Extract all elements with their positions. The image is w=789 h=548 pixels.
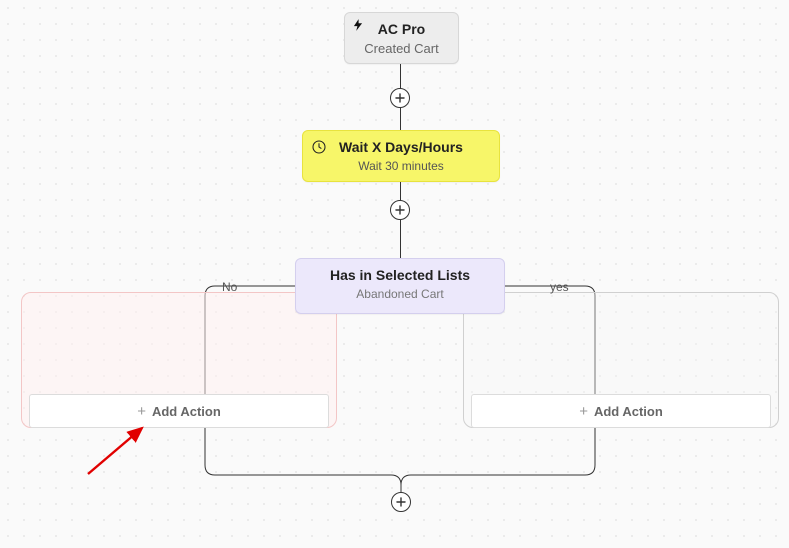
annotation-arrow-icon bbox=[84, 420, 164, 480]
add-step-button[interactable] bbox=[391, 492, 411, 512]
plus-icon: + bbox=[137, 403, 146, 420]
add-action-button-no[interactable]: + Add Action bbox=[29, 394, 329, 428]
connector bbox=[400, 220, 401, 258]
branch-label-yes: yes bbox=[550, 280, 569, 294]
trigger-title: AC Pro bbox=[355, 21, 448, 39]
add-action-button-yes[interactable]: + Add Action bbox=[471, 394, 771, 428]
connector bbox=[400, 108, 401, 130]
workflow-canvas[interactable]: AC Pro Created Cart Wait X Days/Hours Wa… bbox=[0, 0, 789, 548]
add-step-button[interactable] bbox=[390, 88, 410, 108]
lightning-icon bbox=[351, 17, 365, 39]
condition-title: Has in Selected Lists bbox=[306, 267, 494, 285]
wait-node[interactable]: Wait X Days/Hours Wait 30 minutes bbox=[302, 130, 500, 182]
add-step-button[interactable] bbox=[390, 200, 410, 220]
wait-subtitle: Wait 30 minutes bbox=[313, 159, 489, 174]
add-action-label: Add Action bbox=[594, 404, 663, 419]
add-action-label: Add Action bbox=[152, 404, 221, 419]
condition-node[interactable]: Has in Selected Lists Abandoned Cart bbox=[295, 258, 505, 314]
condition-subtitle: Abandoned Cart bbox=[306, 287, 494, 302]
trigger-subtitle: Created Cart bbox=[355, 41, 448, 57]
clock-icon bbox=[311, 139, 327, 161]
connector bbox=[400, 182, 401, 201]
branch-label-no: No bbox=[222, 280, 237, 294]
connector bbox=[400, 64, 401, 89]
wait-title: Wait X Days/Hours bbox=[313, 139, 489, 157]
trigger-node[interactable]: AC Pro Created Cart bbox=[344, 12, 459, 64]
plus-icon: + bbox=[579, 403, 588, 420]
